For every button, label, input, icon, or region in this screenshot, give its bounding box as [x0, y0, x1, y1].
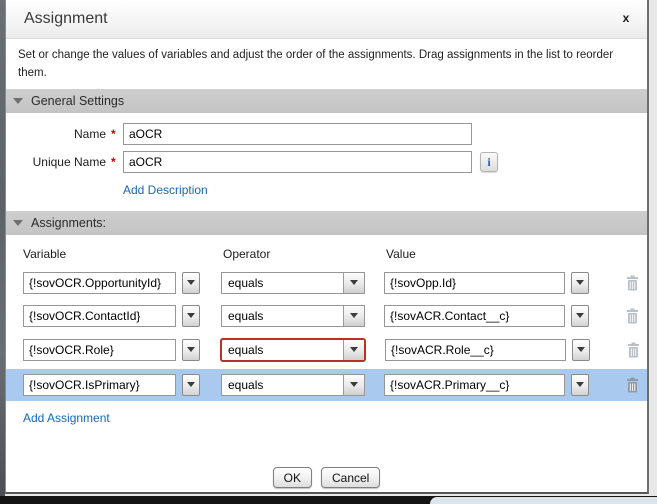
- unique-name-row: Unique Name * i: [6, 151, 647, 173]
- column-header-value: Value: [386, 247, 586, 261]
- dialog-titlebar: Assignment x: [6, 0, 647, 39]
- column-header-operator: Operator: [223, 247, 386, 261]
- operator-value: equals: [222, 375, 343, 395]
- trash-icon[interactable]: [625, 377, 640, 393]
- assignment-row: equals: [6, 305, 647, 327]
- variable-input[interactable]: [23, 374, 176, 396]
- chevron-down-icon: [343, 306, 364, 326]
- operator-select[interactable]: equals: [221, 305, 365, 327]
- collapse-triangle-icon: [13, 220, 23, 226]
- chevron-down-icon[interactable]: [182, 272, 200, 294]
- name-row: Name *: [6, 123, 647, 145]
- trash-icon[interactable]: [625, 308, 640, 324]
- chevron-down-icon[interactable]: [182, 305, 200, 327]
- operator-select[interactable]: equals: [221, 272, 365, 294]
- info-icon[interactable]: i: [480, 152, 498, 172]
- general-settings-body: Name * Unique Name * i Add Description: [6, 113, 647, 211]
- background-panel-corner: [430, 497, 657, 504]
- assignments-column-headers: Variable Operator Value: [6, 247, 647, 261]
- general-settings-title: General Settings: [31, 94, 124, 108]
- operator-value: equals: [222, 306, 343, 326]
- operator-value: equals: [222, 273, 343, 293]
- required-marker: *: [111, 127, 119, 141]
- chevron-down-icon[interactable]: [571, 305, 589, 327]
- assignments-section-header[interactable]: Assignments:: [6, 211, 647, 235]
- trash-icon[interactable]: [626, 342, 641, 358]
- assignment-dialog: Assignment x Set or change the values of…: [5, 0, 649, 494]
- add-description-link[interactable]: Add Description: [123, 183, 208, 197]
- operator-select-error[interactable]: equals: [220, 338, 366, 362]
- operator-select[interactable]: equals: [221, 374, 365, 396]
- dialog-footer: OK Cancel: [6, 467, 647, 488]
- cancel-button[interactable]: Cancel: [321, 467, 380, 488]
- close-icon[interactable]: x: [618, 10, 634, 26]
- ok-button[interactable]: OK: [273, 467, 312, 488]
- unique-name-input[interactable]: [123, 151, 472, 173]
- name-input[interactable]: [123, 123, 472, 145]
- value-input[interactable]: [385, 339, 566, 361]
- general-settings-section-header[interactable]: General Settings: [6, 89, 647, 113]
- chevron-down-icon[interactable]: [182, 374, 200, 396]
- variable-input[interactable]: [23, 305, 176, 327]
- variable-input[interactable]: [23, 272, 176, 294]
- chevron-down-icon: [343, 340, 364, 360]
- value-input[interactable]: [384, 305, 565, 327]
- unique-name-label: Unique Name: [6, 155, 106, 169]
- required-marker: *: [111, 155, 119, 169]
- chevron-down-icon: [343, 273, 364, 293]
- add-assignment-link[interactable]: Add Assignment: [23, 411, 110, 425]
- variable-input[interactable]: [23, 339, 176, 361]
- operator-value: equals: [222, 340, 343, 360]
- dialog-title: Assignment: [6, 0, 647, 38]
- chevron-down-icon[interactable]: [571, 272, 589, 294]
- chevron-down-icon[interactable]: [571, 374, 589, 396]
- dialog-description: Set or change the values of variables an…: [6, 39, 647, 89]
- assignment-row-selected: equals: [6, 369, 647, 401]
- value-input[interactable]: [384, 374, 565, 396]
- chevron-down-icon[interactable]: [572, 339, 590, 361]
- value-input[interactable]: [384, 272, 565, 294]
- column-header-variable: Variable: [23, 247, 223, 261]
- name-label: Name: [6, 127, 106, 141]
- collapse-triangle-icon: [13, 98, 23, 104]
- assignment-row: equals: [6, 338, 647, 362]
- assignment-row: equals: [6, 272, 647, 294]
- chevron-down-icon: [343, 375, 364, 395]
- assignments-title: Assignments:: [31, 216, 106, 230]
- trash-icon[interactable]: [625, 275, 640, 291]
- chevron-down-icon[interactable]: [182, 339, 200, 361]
